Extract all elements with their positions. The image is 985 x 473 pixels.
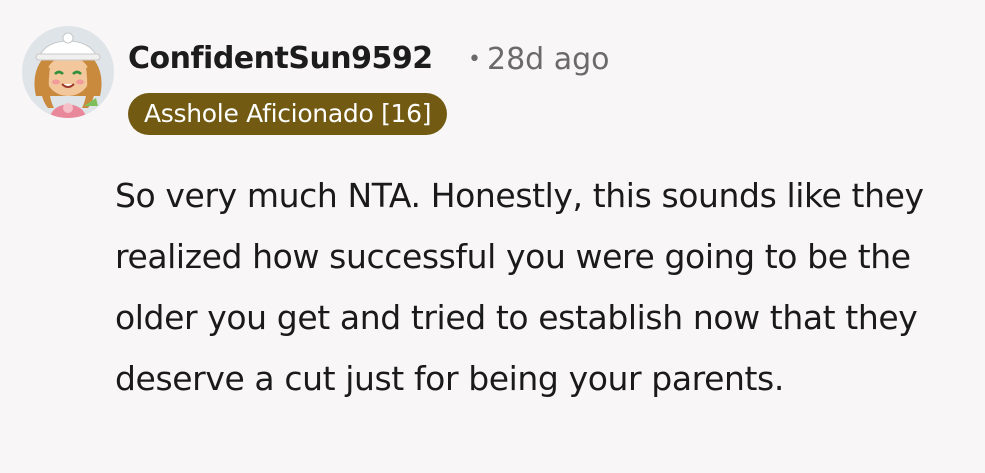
avatar-illustration [34,32,102,118]
user-avatar-icon[interactable] [22,26,114,118]
user-flair-badge: Asshole Aficionado [16] [128,93,448,135]
timestamp[interactable]: 28d ago [487,42,610,77]
username-link[interactable]: ConfidentSun9592 [128,41,433,76]
comment-card: ConfidentSun9592 • 28d ago Asshole Aficio… [0,0,985,473]
meta-separator: • [468,47,481,72]
comment-meta: • 28d ago [468,42,610,77]
comment-body: So very much NTA. Honestly, this sounds … [115,176,924,398]
